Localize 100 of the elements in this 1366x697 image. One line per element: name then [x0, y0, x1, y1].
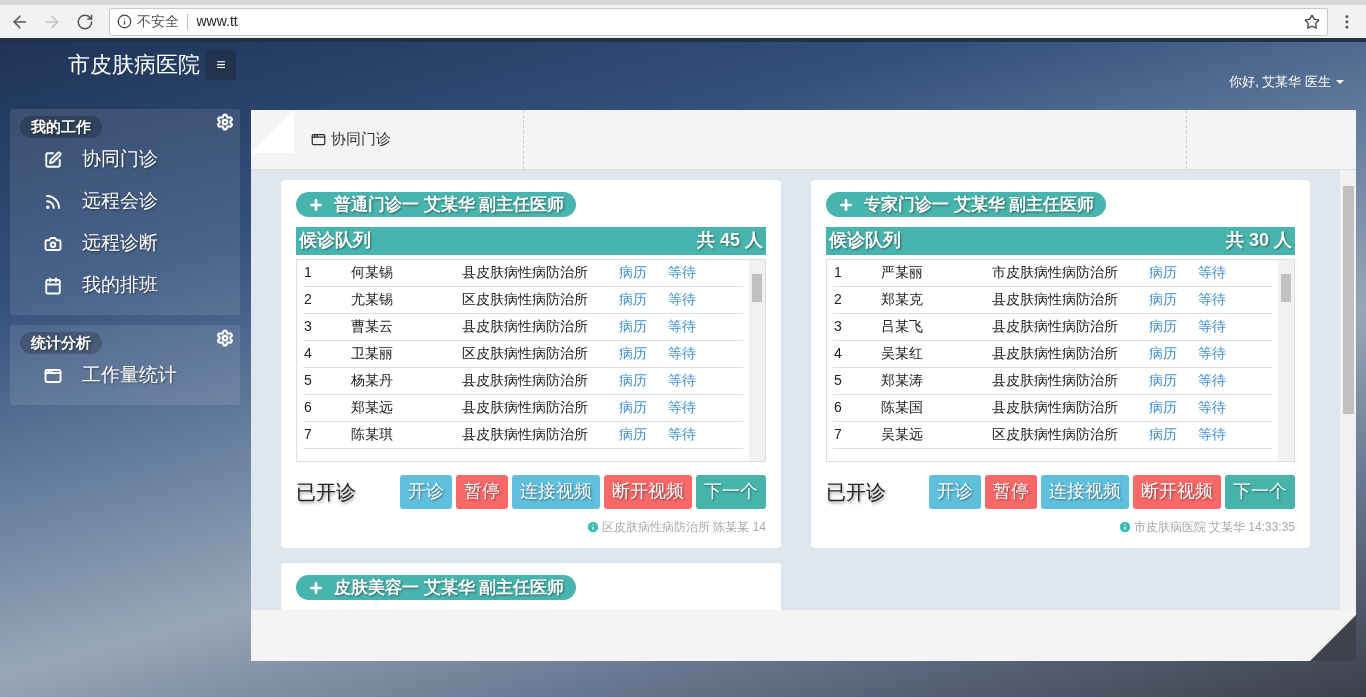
record-link[interactable]: 病历	[619, 370, 668, 391]
status-link[interactable]: 等待	[1198, 424, 1226, 445]
record-link[interactable]: 病历	[1149, 289, 1198, 310]
menu-button[interactable]: ≡	[206, 50, 236, 80]
sidebar-item[interactable]: 工作量统计	[10, 354, 240, 397]
sidebar-item[interactable]: 我的排班	[10, 264, 240, 307]
action-button[interactable]: 下一个	[1225, 474, 1295, 509]
status-link[interactable]: 等待	[1198, 289, 1226, 310]
card-title: 皮肤美容一 艾某华 副主任医师	[296, 575, 577, 600]
hospital-name: 区皮肤病性病防治所	[462, 290, 589, 309]
clinic-state: 已开诊	[296, 479, 357, 505]
hospital-name: 县皮肤病性病防治所	[462, 398, 589, 417]
record-link[interactable]: 病历	[619, 262, 668, 283]
queue-number: 4	[303, 344, 313, 363]
patient-name: 陈某国	[881, 398, 924, 417]
queue-number: 5	[833, 371, 843, 390]
action-button[interactable]: 开诊	[400, 474, 452, 509]
action-button[interactable]: 暂停	[985, 474, 1037, 509]
queue-number: 1	[303, 263, 313, 282]
hospital-name: 县皮肤病性病防治所	[462, 425, 589, 444]
queue-number: 1	[833, 263, 843, 282]
info-icon	[1117, 519, 1132, 534]
record-link[interactable]: 病历	[1149, 370, 1198, 391]
reload-icon[interactable]	[75, 12, 94, 31]
status-link[interactable]: 等待	[668, 262, 696, 283]
action-button[interactable]: 开诊	[929, 474, 981, 509]
hospital-name: 县皮肤病性病防治所	[462, 371, 589, 390]
queue-number: 7	[833, 425, 843, 444]
record-link[interactable]: 病历	[1149, 424, 1198, 445]
status-link[interactable]: 等待	[668, 370, 696, 391]
record-link[interactable]: 病历	[619, 343, 668, 364]
tab[interactable]: 协同门诊	[311, 128, 391, 151]
status-link[interactable]: 等待	[1198, 316, 1226, 337]
queue-number: 6	[833, 398, 843, 417]
queue-number: 5	[303, 371, 313, 390]
patient-name: 吴某红	[881, 344, 924, 363]
calendar-icon	[44, 276, 62, 295]
queue-number: 6	[303, 398, 313, 417]
sidebar-item[interactable]: 协同门诊	[10, 138, 240, 181]
address-bar[interactable]: 不安全 www.tt	[109, 7, 1329, 36]
record-link[interactable]: 病历	[1149, 262, 1198, 283]
record-link[interactable]: 病历	[619, 316, 668, 337]
window-icon	[311, 132, 326, 147]
action-button[interactable]: 暂停	[456, 474, 508, 509]
status-link[interactable]: 等待	[1198, 262, 1226, 283]
info-icon[interactable]	[117, 14, 133, 29]
info-icon	[586, 519, 600, 534]
queue-number: 2	[833, 290, 843, 309]
hospital-name: 区皮肤病性病防治所	[992, 425, 1119, 444]
status-link[interactable]: 等待	[1198, 370, 1226, 391]
hospital-name: 市皮肤病性病防治所	[992, 263, 1119, 282]
status-link[interactable]: 等待	[668, 343, 696, 364]
status-link[interactable]: 等待	[1198, 343, 1226, 364]
record-link[interactable]: 病历	[619, 397, 668, 418]
record-link[interactable]: 病历	[619, 424, 668, 445]
action-button[interactable]: 连接视频	[512, 474, 600, 509]
queue-label: 候诊队列	[829, 229, 901, 252]
patient-name: 郑某涛	[881, 371, 924, 390]
camera-icon	[44, 234, 62, 253]
action-button[interactable]: 连接视频	[1041, 474, 1129, 509]
scrollbar[interactable]	[1340, 170, 1356, 610]
status-link[interactable]: 等待	[668, 316, 696, 337]
status-link[interactable]: 等待	[668, 424, 696, 445]
hospital-name: 区皮肤病性病防治所	[462, 344, 589, 363]
action-button[interactable]: 下一个	[696, 474, 766, 509]
record-link[interactable]: 病历	[1149, 316, 1198, 337]
section-title: 我的工作	[20, 116, 102, 138]
status-link[interactable]: 等待	[668, 397, 696, 418]
record-link[interactable]: 病历	[1149, 397, 1198, 418]
user-menu[interactable]: 你好, 艾某华 医生	[1229, 72, 1344, 92]
action-button[interactable]: 断开视频	[1133, 474, 1221, 509]
hospital-name: 县皮肤病性病防治所	[992, 290, 1119, 309]
caret-icon	[1336, 79, 1344, 84]
rss-icon	[44, 192, 62, 211]
patient-name: 吴某远	[881, 425, 924, 444]
patient-name: 陈某琪	[351, 425, 394, 444]
settings-icon[interactable]	[216, 113, 234, 131]
plus-icon	[308, 579, 324, 596]
record-link[interactable]: 病历	[1149, 343, 1198, 364]
sidebar-item[interactable]: 远程会诊	[10, 180, 240, 223]
action-button[interactable]: 断开视频	[604, 474, 692, 509]
sidebar-item[interactable]: 远程诊断	[10, 222, 240, 265]
status-link[interactable]: 等待	[1198, 397, 1226, 418]
record-link[interactable]: 病历	[619, 289, 668, 310]
card-title: 专家门诊一 艾某华 副主任医师	[826, 192, 1107, 217]
settings-icon[interactable]	[216, 329, 234, 347]
patient-name: 郑某远	[351, 398, 394, 417]
bookmark-icon[interactable]	[1304, 13, 1321, 30]
scrollbar[interactable]	[749, 259, 765, 461]
section-title: 统计分析	[20, 332, 102, 354]
security-label: 不安全	[137, 12, 180, 31]
info-text: 市皮肤病医院 艾某华 14:33:35	[1133, 518, 1295, 536]
queue-count: 共 45 人	[696, 229, 763, 252]
status-link[interactable]: 等待	[668, 289, 696, 310]
patient-name: 卫某丽	[351, 344, 394, 363]
edit-icon	[44, 150, 62, 169]
patient-name: 郑某克	[881, 290, 924, 309]
hospital-name: 县皮肤病性病防治所	[992, 317, 1119, 336]
scrollbar[interactable]	[1278, 259, 1294, 461]
patient-name: 杨某丹	[351, 371, 394, 390]
